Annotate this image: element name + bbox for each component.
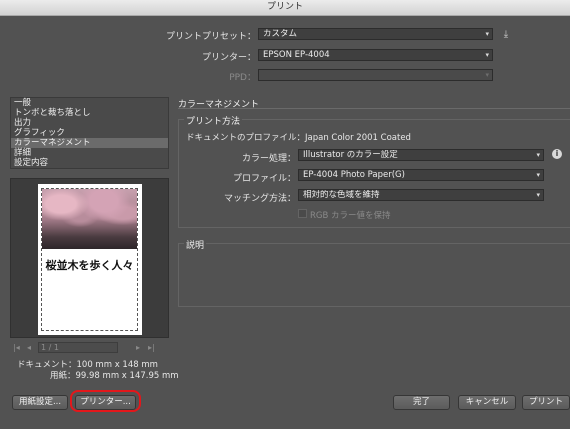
sidebar-item-marks-bleed[interactable]: トンボと裁ち落とし (11, 108, 168, 118)
matching-method-select[interactable]: 相対的な色域を維持 ▾ (298, 189, 544, 201)
preserve-rgb-checkbox[interactable] (298, 209, 307, 218)
preset-select[interactable]: カスタム ▾ (258, 28, 493, 40)
preset-value: カスタム (263, 29, 298, 39)
matching-method-value: 相対的な色域を維持 (303, 190, 380, 200)
chevron-down-icon: ▾ (536, 171, 540, 179)
chevron-down-icon: ▾ (485, 51, 489, 59)
color-handling-value: Illustrator のカラー設定 (303, 150, 398, 160)
description-group (178, 243, 570, 307)
printer-profile-value: EP-4004 Photo Paper(G) (303, 170, 405, 180)
preview-caption: 桜並木を歩く人々 (45, 259, 134, 272)
printer-profile-select[interactable]: EP-4004 Photo Paper(G) ▾ (298, 169, 544, 181)
preview-paper: 桜並木を歩く人々 (38, 184, 142, 335)
document-profile: ドキュメントのプロファイル：Japan Color 2001 Coated (186, 133, 411, 143)
page-indicator[interactable]: 1 / 1 (38, 342, 118, 353)
chevron-down-icon: ▾ (485, 30, 489, 38)
printable-area: 桜並木を歩く人々 (41, 188, 138, 331)
printer-value: EPSON EP-4004 (263, 50, 330, 60)
first-page-icon[interactable]: |◂ (13, 342, 20, 353)
sidebar-item-color-management[interactable]: カラーマネジメント (11, 138, 168, 148)
cancel-button[interactable]: キャンセル (458, 395, 516, 410)
highlight-annotation (70, 390, 141, 412)
save-preset-icon[interactable]: ⤓ (500, 29, 512, 40)
paper-size: 用紙：99.98 mm x 147.95 mm (50, 371, 179, 381)
sidebar-item-summary[interactable]: 設定内容 (11, 158, 168, 168)
sidebar-item-graphics[interactable]: グラフィック (11, 128, 168, 138)
print-preview[interactable]: 桜並木を歩く人々 (10, 178, 169, 338)
print-method-title: プリント方法 (184, 114, 243, 127)
sidebar-item-advanced[interactable]: 詳細 (11, 148, 168, 158)
next-page-icon[interactable]: ▸ (136, 342, 140, 353)
ppd-label: PPD： (229, 73, 256, 83)
printer-profile-label: プロファイル： (232, 174, 296, 184)
info-icon[interactable]: i (552, 149, 562, 159)
chevron-down-icon: ▾ (536, 191, 540, 199)
color-handling-select[interactable]: Illustrator のカラー設定 ▾ (298, 149, 544, 161)
matching-method-label: マッチング方法： (223, 194, 296, 204)
preserve-rgb-label: RGB カラー値を保持 (310, 211, 391, 221)
sidebar-item-output[interactable]: 出力 (11, 118, 168, 128)
sidebar-item-general[interactable]: 一般 (11, 98, 168, 108)
color-handling-label: カラー処理： (241, 154, 296, 164)
done-button[interactable]: 完了 (393, 395, 450, 410)
chevron-down-icon: ▾ (536, 151, 540, 159)
window-title: プリント (0, 0, 570, 16)
chevron-down-icon: ▾ (485, 71, 489, 79)
print-button[interactable]: プリント (522, 395, 570, 410)
page-setup-button[interactable]: 用紙設定... (12, 395, 68, 410)
ppd-select: ▾ (258, 69, 493, 81)
last-page-icon[interactable]: ▸| (148, 342, 155, 353)
cherry-blossom-photo (42, 189, 137, 249)
prev-page-icon[interactable]: ◂ (27, 342, 31, 353)
printer-label: プリンター： (201, 53, 256, 63)
printer-select[interactable]: EPSON EP-4004 ▾ (258, 49, 493, 61)
section-divider (178, 108, 570, 109)
description-title: 説明 (184, 238, 207, 251)
preset-label: プリントプリセット： (165, 32, 256, 42)
category-list: 一般 トンボと裁ち落とし 出力 グラフィック カラーマネジメント 詳細 設定内容 (10, 97, 169, 169)
